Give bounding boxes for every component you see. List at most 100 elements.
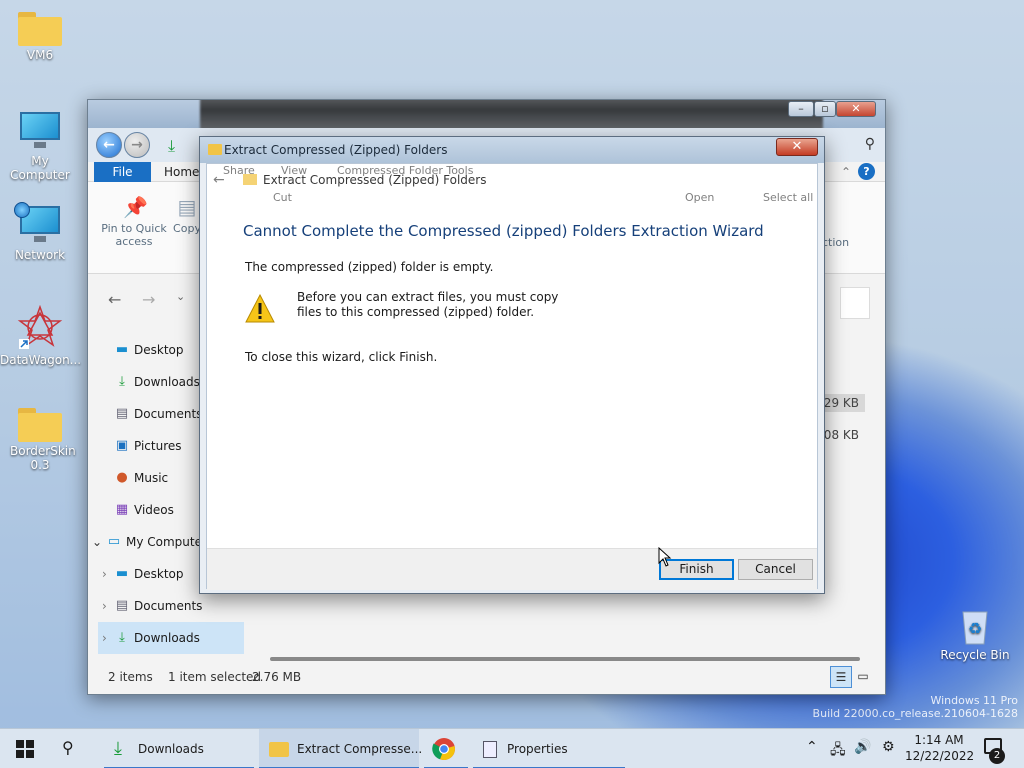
desktop-icon-datawagon[interactable]: DataWagon... xyxy=(0,305,82,367)
wizard-page: Share View Compressed Folder Tools ← Ext… xyxy=(206,163,818,590)
ghost-open-label: Open xyxy=(685,191,715,204)
sidebar-item-label: Pictures xyxy=(134,439,182,453)
dialog-titlebar[interactable]: Extract Compressed (Zipped) Folders ✕ xyxy=(200,137,824,163)
watermark-build: Build 22000.co_release.210604-1628 xyxy=(812,707,1018,720)
desktop-icon-recycle-bin[interactable]: ♻ Recycle Bin xyxy=(935,606,1015,662)
start-button[interactable] xyxy=(16,740,34,758)
taskbar-item-downloads[interactable]: ⤓ Downloads xyxy=(104,729,254,768)
clock-time: 1:14 AM xyxy=(914,733,964,747)
pin-icon: 📌 xyxy=(123,195,148,219)
settings-gear-icon[interactable]: ⚙ xyxy=(882,739,895,755)
taskbar-item-label: Extract Compresse... xyxy=(297,742,423,756)
copy-button[interactable]: ▤ Copy xyxy=(172,196,202,235)
taskbar-item-properties[interactable]: Properties xyxy=(473,729,625,768)
music-icon: ● xyxy=(116,470,128,485)
videos-icon: ▦ xyxy=(115,502,129,517)
selection-group-label: ction xyxy=(822,236,850,249)
sidebar-item-label: Downloads xyxy=(134,631,200,645)
desktop-icon-my-computer[interactable]: My Computer xyxy=(0,112,80,182)
forward-arrow-icon[interactable]: → xyxy=(142,290,155,309)
status-item-count: 2 items xyxy=(108,670,153,684)
taskbar-item-label: Downloads xyxy=(138,742,204,756)
expand-chevron-icon[interactable]: › xyxy=(102,590,107,622)
datawagon-icon xyxy=(17,305,63,349)
status-size: 2.76 MB xyxy=(252,670,302,684)
search-box[interactable] xyxy=(840,287,870,319)
ribbon-collapse-icon[interactable]: ⌃ xyxy=(841,162,851,182)
wizard-heading: Cannot Complete the Compressed (zipped) … xyxy=(243,222,764,240)
close-button[interactable]: ✕ xyxy=(776,138,818,156)
copy-icon: ▤ xyxy=(177,195,197,219)
windows-watermark: Windows 11 Pro Build 22000.co_release.21… xyxy=(813,694,1018,720)
status-selection: 1 item selected xyxy=(168,670,262,684)
wizard-footer: Finish Cancel xyxy=(207,548,817,590)
desktop-icon-borderskin[interactable]: BorderSkin 0.3 xyxy=(0,408,80,472)
warning-text-line: Before you can extract files, you must c… xyxy=(297,290,559,304)
back-icon[interactable]: ← xyxy=(96,132,122,158)
copy-label: Copy xyxy=(173,222,201,235)
maximize-button[interactable]: ▫ xyxy=(814,101,836,117)
details-view-icon[interactable]: ☰ xyxy=(830,666,852,688)
folder-icon xyxy=(18,408,62,442)
pin-quick-access-button[interactable]: 📌 Pin to Quick access xyxy=(98,196,170,248)
ghost-cut-label: Cut xyxy=(273,191,292,204)
large-icons-view-icon[interactable]: ▭ xyxy=(852,666,874,688)
taskbar-clock[interactable]: 1:14 AM 12/22/2022 xyxy=(905,732,974,764)
chrome-icon xyxy=(432,738,455,761)
desktop-icon: ▬ xyxy=(115,566,129,581)
back-arrow-icon[interactable]: ← xyxy=(108,290,121,309)
folder-icon xyxy=(18,12,62,46)
ghost-zip-icon xyxy=(243,174,257,185)
close-button[interactable]: ✕ xyxy=(836,101,876,117)
ghost-select-all-label: Select all xyxy=(763,191,814,204)
expand-chevron-icon[interactable]: › xyxy=(102,558,107,590)
warning-text: Before you can extract files, you must c… xyxy=(297,290,558,320)
volume-icon[interactable]: 🔊 xyxy=(854,739,871,755)
sidebar-item-label: My Computer xyxy=(126,535,207,549)
cancel-button[interactable]: Cancel xyxy=(738,559,813,580)
pin-label: Pin to Quick access xyxy=(101,222,167,248)
desktop-icon-label: Network xyxy=(14,248,66,262)
status-bar: 2 items 1 item selected 2.76 MB ☰ ▭ xyxy=(88,662,885,694)
horizontal-scrollbar[interactable] xyxy=(270,657,860,661)
taskbar-item-chrome[interactable] xyxy=(424,729,468,768)
watermark-edition: Windows 11 Pro xyxy=(930,694,1018,707)
download-icon: ⤓ xyxy=(114,738,122,759)
documents-icon: ▤ xyxy=(115,406,129,421)
desktop-icon-label: DataWagon... xyxy=(0,353,82,367)
sidebar-item-label: Music xyxy=(134,471,169,485)
ghost-dialog-title: Extract Compressed (Zipped) Folders xyxy=(263,173,487,187)
sidebar-item-documents-2[interactable]: › ▤ Documents xyxy=(98,590,244,622)
tab-file[interactable]: File xyxy=(94,162,151,182)
folder-icon xyxy=(269,742,289,757)
show-hidden-icons-icon[interactable]: ⌃ xyxy=(806,739,818,755)
properties-icon xyxy=(483,741,497,758)
sidebar-item-downloads-2[interactable]: › ⤓ Downloads xyxy=(98,622,244,654)
sidebar-item-label: Desktop xyxy=(134,567,184,581)
wizard-message: The compressed (zipped) folder is empty. xyxy=(245,260,494,274)
taskbar-item-label: Properties xyxy=(507,742,568,756)
recycle-bin-icon: ♻ xyxy=(962,611,988,645)
monitor-icon: ▭ xyxy=(107,534,121,549)
minimize-button[interactable]: – xyxy=(788,101,814,117)
search-icon[interactable]: ⚲ xyxy=(865,136,875,152)
extract-wizard-dialog[interactable]: Extract Compressed (Zipped) Folders ✕ Sh… xyxy=(199,136,825,594)
taskbar-item-extract[interactable]: Extract Compresse... xyxy=(259,729,423,768)
forward-icon[interactable]: → xyxy=(124,132,150,158)
download-icon: ⤓ xyxy=(168,136,176,155)
warning-text-line: files to this compressed (zipped) folder… xyxy=(297,305,535,319)
sidebar-item-label: Videos xyxy=(134,503,174,517)
warning-icon xyxy=(245,294,275,323)
expand-chevron-icon[interactable]: › xyxy=(102,622,107,654)
sidebar-item-label: Documents xyxy=(134,599,203,613)
sidebar-item-label: Downloads xyxy=(134,375,200,389)
desktop-icon-vm6[interactable]: VM6 xyxy=(0,12,80,62)
network-tray-icon[interactable]: 🖧 xyxy=(830,739,846,763)
help-icon[interactable]: ? xyxy=(858,163,875,180)
recent-dropdown-icon[interactable]: ⌄ xyxy=(176,290,185,303)
search-icon[interactable]: ⚲ xyxy=(62,738,74,757)
desktop-icon-network[interactable]: Network xyxy=(0,202,80,262)
desktop-icon-label: BorderSkin 0.3 xyxy=(10,444,76,472)
tab-home[interactable]: Home xyxy=(164,162,199,182)
collapse-chevron-icon[interactable]: ⌄ xyxy=(92,526,102,558)
